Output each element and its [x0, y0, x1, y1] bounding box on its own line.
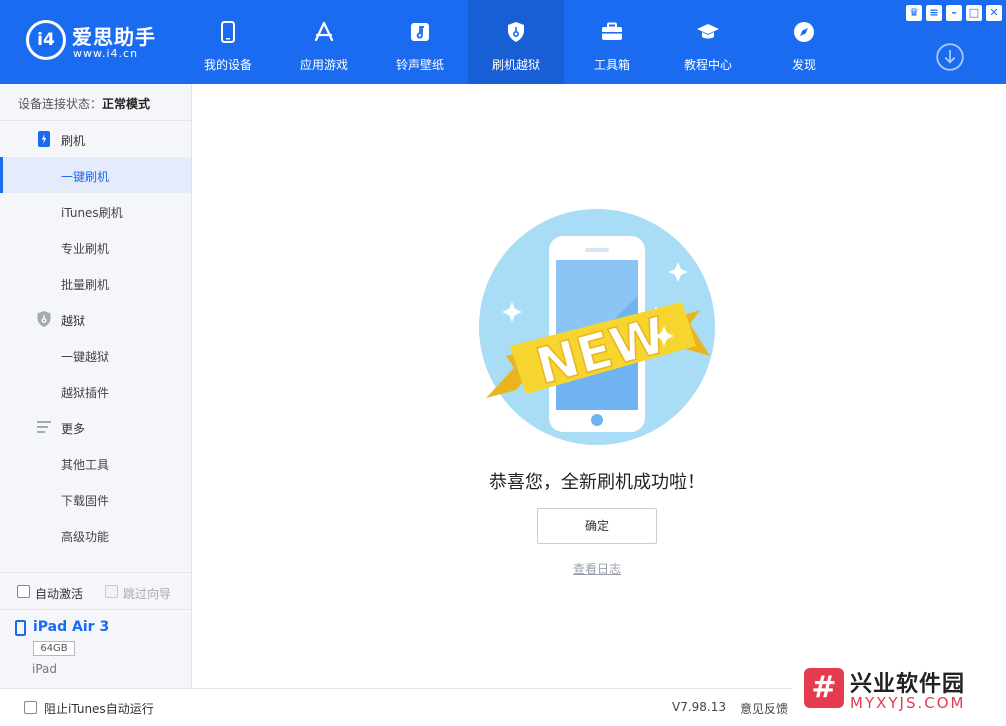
- watermark: # 兴业软件园 MYXYJS.COM: [792, 660, 1006, 726]
- device-card[interactable]: iPad Air 3 64GB iPad: [0, 609, 191, 688]
- flash-device-icon: [38, 131, 50, 147]
- nav-my-device[interactable]: 我的设备: [180, 0, 276, 84]
- sidebar-group-label: 越狱: [61, 314, 86, 328]
- sidebar-item-batch-flash[interactable]: 批量刷机: [0, 265, 191, 301]
- main-content: NEW 恭喜您，全新刷机成功啦！ 确定 查看日志: [192, 84, 1006, 688]
- toolbox-icon: [602, 22, 622, 40]
- compass-icon: [794, 22, 814, 42]
- device-name: iPad Air 3: [33, 619, 110, 635]
- close-icon[interactable]: ✕: [986, 5, 1002, 21]
- logo-text: 爱思助手: [72, 25, 156, 49]
- title-bar: i4 爱思助手 www.i4.cn 我的设备 应用游戏 铃声壁纸 刷机越狱 工具…: [0, 0, 1006, 84]
- window-controls: ♛ ≡ – □ ✕: [906, 5, 1002, 21]
- nav-label: 铃声壁纸: [395, 58, 444, 72]
- sidebar-group-more[interactable]: 更多: [0, 409, 191, 445]
- connection-status: 设备连接状态：正常模式: [0, 84, 191, 121]
- tablet-icon: [15, 620, 26, 636]
- status-value: 正常模式: [102, 97, 151, 111]
- nav-ringtones[interactable]: 铃声壁纸: [372, 0, 468, 84]
- nav-flash-jailbreak[interactable]: 刷机越狱: [468, 0, 564, 84]
- block-itunes-label: 阻止iTunes自动运行: [44, 702, 154, 716]
- device-capacity: 64GB: [33, 641, 75, 656]
- auto-activate-label: 自动激活: [35, 587, 84, 601]
- sidebar-group-label: 刷机: [61, 134, 86, 148]
- nav-label: 工具箱: [593, 58, 630, 72]
- nav-label: 我的设备: [203, 58, 252, 72]
- nav-toolbox[interactable]: 工具箱: [564, 0, 660, 84]
- skip-guide-label: 跳过向导: [123, 587, 172, 601]
- sidebar-item-itunes-flash[interactable]: iTunes刷机: [0, 193, 191, 229]
- feedback-link[interactable]: 意见反馈: [740, 700, 788, 717]
- logo-badge: i4: [26, 20, 66, 60]
- block-itunes-checkbox[interactable]: [24, 701, 37, 714]
- new-phone-illustration: NEW: [479, 209, 715, 445]
- sidebar: 设备连接状态：正常模式 刷机 一键刷机 iTunes刷机 专业刷机 批量刷机 越…: [0, 84, 192, 688]
- hash-logo-icon: #: [804, 668, 844, 708]
- shield-icon: [37, 311, 51, 327]
- nav-discover[interactable]: 发现: [756, 0, 852, 84]
- shield-icon: [508, 22, 524, 42]
- sidebar-item-pro-flash[interactable]: 专业刷机: [0, 229, 191, 265]
- version-label: V7.98.13: [672, 700, 727, 714]
- download-icon[interactable]: [936, 43, 964, 71]
- nav-apps-games[interactable]: 应用游戏: [276, 0, 372, 84]
- nav-tutorials[interactable]: 教程中心: [660, 0, 756, 84]
- view-log-link[interactable]: 查看日志: [192, 560, 1002, 577]
- phone-icon: [221, 21, 235, 43]
- logo-url: www.i4.cn: [73, 47, 139, 60]
- sidebar-item-one-click-flash[interactable]: 一键刷机: [0, 157, 191, 193]
- music-icon: [411, 23, 429, 41]
- sidebar-options: 自动激活 跳过向导: [0, 572, 191, 610]
- sidebar-item-advanced[interactable]: 高级功能: [0, 517, 191, 553]
- graduation-cap-icon: [697, 24, 719, 39]
- confirm-button[interactable]: 确定: [537, 508, 657, 544]
- sidebar-item-other-tools[interactable]: 其他工具: [0, 445, 191, 481]
- status-label: 设备连接状态：: [18, 97, 103, 111]
- nav-label: 应用游戏: [299, 58, 348, 72]
- auto-activate-checkbox[interactable]: [17, 585, 30, 598]
- app-store-icon: [314, 21, 334, 42]
- sidebar-item-one-click-jailbreak[interactable]: 一键越狱: [0, 337, 191, 373]
- sidebar-item-jailbreak-plugins[interactable]: 越狱插件: [0, 373, 191, 409]
- maximize-icon[interactable]: □: [966, 5, 982, 21]
- list-icon: [37, 421, 51, 433]
- nav-label: 教程中心: [683, 58, 732, 72]
- minimize-icon[interactable]: –: [946, 5, 962, 21]
- skin-icon[interactable]: ♛: [906, 5, 922, 21]
- menu-icon[interactable]: ≡: [926, 5, 942, 21]
- sidebar-group-flash[interactable]: 刷机: [0, 121, 191, 157]
- skip-guide-checkbox[interactable]: [105, 585, 118, 598]
- watermark-url: MYXYJS.COM: [850, 694, 966, 712]
- nav-label: 发现: [791, 58, 816, 72]
- sidebar-group-jailbreak[interactable]: 越狱: [0, 301, 191, 337]
- app-logo: i4 爱思助手 www.i4.cn: [26, 20, 166, 66]
- sidebar-group-label: 更多: [61, 422, 86, 436]
- success-message: 恭喜您，全新刷机成功啦！: [489, 472, 705, 493]
- sidebar-item-download-firmware[interactable]: 下载固件: [0, 481, 191, 517]
- nav-label: 刷机越狱: [491, 58, 540, 72]
- device-type: iPad: [32, 662, 58, 676]
